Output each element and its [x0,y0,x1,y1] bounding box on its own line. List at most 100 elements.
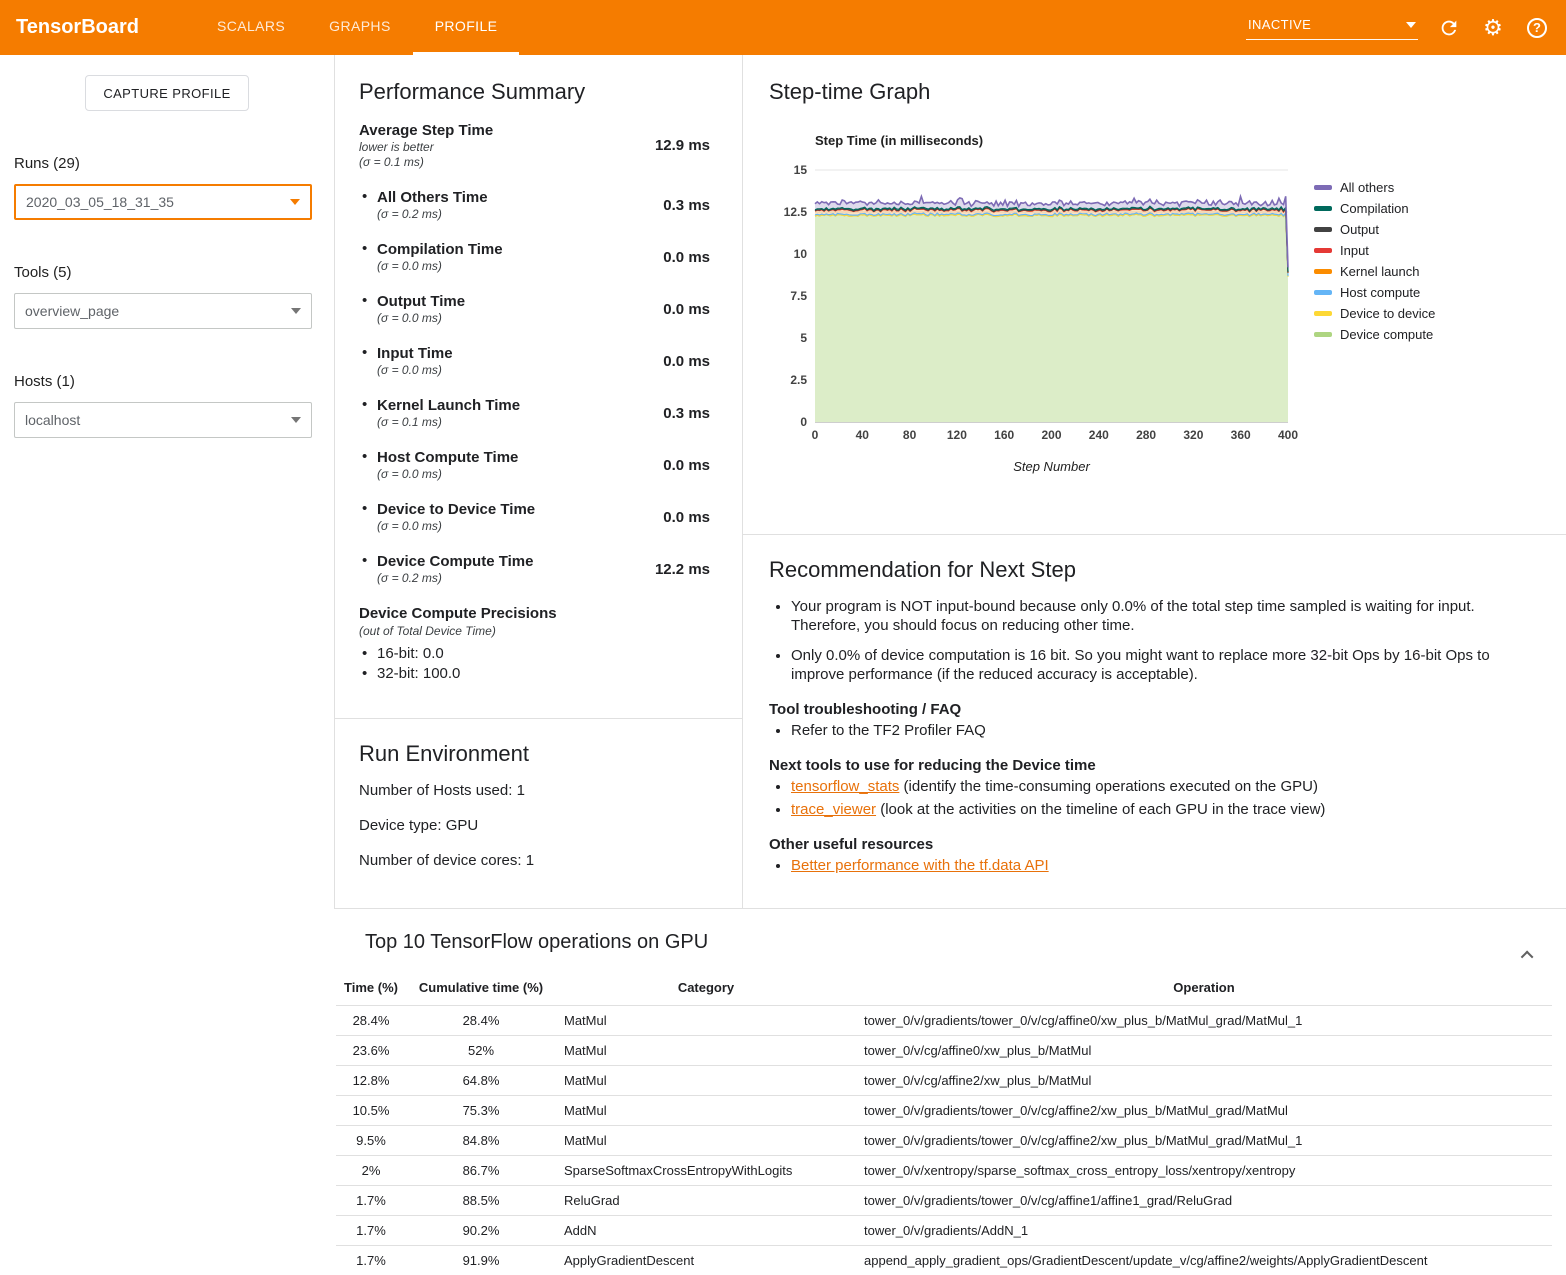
chart-legend: All othersCompilationOutputInputKernel l… [1314,177,1435,474]
metric-sigma: (σ = 0.0 ms) [377,311,644,326]
table-cell: tower_0/v/gradients/tower_0/v/cg/affine2… [856,1126,1552,1156]
legend-swatch [1314,332,1332,337]
table-row: 2%86.7%SparseSoftmaxCrossEntropyWithLogi… [336,1156,1552,1186]
main-content: Performance Summary Average Step Time lo… [334,55,1566,1275]
recommendation-title: Recommendation for Next Step [769,557,1540,583]
svg-text:160: 160 [994,428,1014,442]
table-cell: 1.7% [336,1216,406,1246]
recommendation-link[interactable]: Better performance with the tf.data API [791,857,1049,874]
table-cell: MatMul [556,1006,856,1036]
help-icon[interactable]: ? [1524,15,1550,41]
legend-label: Device to device [1340,306,1435,321]
table-row: 1.7%90.2%AddNtower_0/v/gradients/AddN_1 [336,1216,1552,1246]
precisions-title: Device Compute Precisions [359,604,726,623]
tab-graphs[interactable]: GRAPHS [307,0,413,55]
metric-label-group: Output Time(σ = 0.0 ms) [359,292,644,326]
help-icon-glyph: ? [1527,18,1547,38]
top-ops-table: Time (%)Cumulative time (%)CategoryOpera… [336,970,1552,1275]
table-cell: 88.5% [406,1186,556,1216]
recommendation-sublist: Better performance with the tf.data API [769,856,1540,875]
precisions-list: 16-bit: 0.032-bit: 100.0 [359,644,726,684]
legend-label: All others [1340,180,1394,195]
legend-swatch [1314,290,1332,295]
run-env-line: Number of device cores: 1 [359,851,718,870]
performance-summary-title: Performance Summary [359,79,726,105]
run-env-line: Number of Hosts used: 1 [359,781,718,800]
legend-label: Compilation [1340,201,1409,216]
svg-text:5: 5 [800,331,807,345]
metric-sigma: (σ = 0.2 ms) [377,571,644,586]
recommendation-heading: Next tools to use for reducing the Devic… [769,756,1540,775]
legend-item: All others [1314,177,1435,198]
table-cell: MatMul [556,1096,856,1126]
table-cell: 2% [336,1156,406,1186]
metric-value: 0.0 ms [644,301,710,318]
metric-label-group: Input Time(σ = 0.0 ms) [359,344,644,378]
perf-summary-item: Device Compute Time(σ = 0.2 ms)12.2 ms [359,552,726,586]
legend-swatch [1314,269,1332,274]
table-header-row: Time (%)Cumulative time (%)CategoryOpera… [336,970,1552,1006]
column-header: Category [556,970,856,1006]
run-environment-title: Run Environment [359,741,718,767]
metric-name: Device to Device Time [377,500,644,519]
svg-text:80: 80 [903,428,917,442]
precision-item: 16-bit: 0.0 [359,644,726,664]
table-cell: 90.2% [406,1216,556,1246]
table-cell: 12.8% [336,1066,406,1096]
svg-text:10: 10 [794,247,808,261]
metric-name: Host Compute Time [377,448,644,467]
top-ops-title: Top 10 TensorFlow operations on GPU [365,931,1560,954]
metric-sigma: (σ = 0.0 ms) [377,519,644,534]
svg-text:360: 360 [1231,428,1251,442]
svg-text:200: 200 [1041,428,1061,442]
refresh-icon-glyph [1438,17,1460,39]
run-environment-section: Run Environment Number of Hosts used: 1 D… [335,719,742,908]
table-cell: tower_0/v/gradients/tower_0/v/cg/affine1… [856,1186,1552,1216]
table-cell: tower_0/v/cg/affine2/xw_plus_b/MatMul [856,1066,1552,1096]
metric-value: 0.3 ms [644,405,710,422]
table-cell: 52% [406,1036,556,1066]
runs-select[interactable]: 2020_03_05_18_31_35 [14,184,312,220]
legend-item: Host compute [1314,282,1435,303]
performance-summary-section: Performance Summary Average Step Time lo… [335,55,742,719]
capture-profile-button[interactable]: CAPTURE PROFILE [85,75,249,111]
nav-tabs: SCALARS GRAPHS PROFILE [195,0,519,55]
metric-label-group: Host Compute Time(σ = 0.0 ms) [359,448,644,482]
device-compute-precisions: Device Compute Precisions (out of Total … [359,604,726,684]
legend-label: Host compute [1340,285,1420,300]
refresh-icon[interactable] [1436,15,1462,41]
chevron-up-icon [1520,950,1533,963]
metric-value: 0.0 ms [644,249,710,266]
summary-column: Performance Summary Average Step Time lo… [334,55,743,908]
tab-scalars[interactable]: SCALARS [195,0,307,55]
metric-name: Output Time [377,292,644,311]
tools-select[interactable]: overview_page [14,293,312,329]
svg-text:2.5: 2.5 [790,373,807,387]
hosts-select[interactable]: localhost [14,402,312,438]
x-axis-label: Step Number [815,459,1288,474]
collapse-button[interactable] [1516,943,1540,967]
metric-sigma: (σ = 0.2 ms) [377,207,644,222]
metric-label-group: All Others Time(σ = 0.2 ms) [359,188,644,222]
recommendation-heading: Other useful resources [769,835,1540,854]
table-cell: 1.7% [336,1246,406,1275]
metric-label-group: Kernel Launch Time(σ = 0.1 ms) [359,396,644,430]
recommendation-sublist: Refer to the TF2 Profiler FAQ [769,721,1540,740]
table-cell: 84.8% [406,1126,556,1156]
settings-icon[interactable]: ⚙ [1480,15,1506,41]
metric-value: 12.2 ms [644,561,710,578]
recommendation-link[interactable]: trace_viewer [791,801,876,818]
legend-label: Device compute [1340,327,1433,342]
metric-label-group: Average Step Time lower is better (σ = 0… [359,121,644,170]
svg-text:240: 240 [1089,428,1109,442]
recommendation-link[interactable]: tensorflow_stats [791,778,899,795]
perf-summary-item: Output Time(σ = 0.0 ms)0.0 ms [359,292,726,326]
tab-profile[interactable]: PROFILE [413,0,520,55]
recommendation-bullet: Only 0.0% of device computation is 16 bi… [791,646,1540,684]
status-select[interactable]: INACTIVE [1246,15,1418,40]
precisions-note: (out of Total Device Time) [359,624,726,638]
svg-text:40: 40 [856,428,870,442]
column-header: Operation [856,970,1552,1006]
run-env-line: Device type: GPU [359,816,718,835]
chevron-down-icon [1406,22,1416,28]
